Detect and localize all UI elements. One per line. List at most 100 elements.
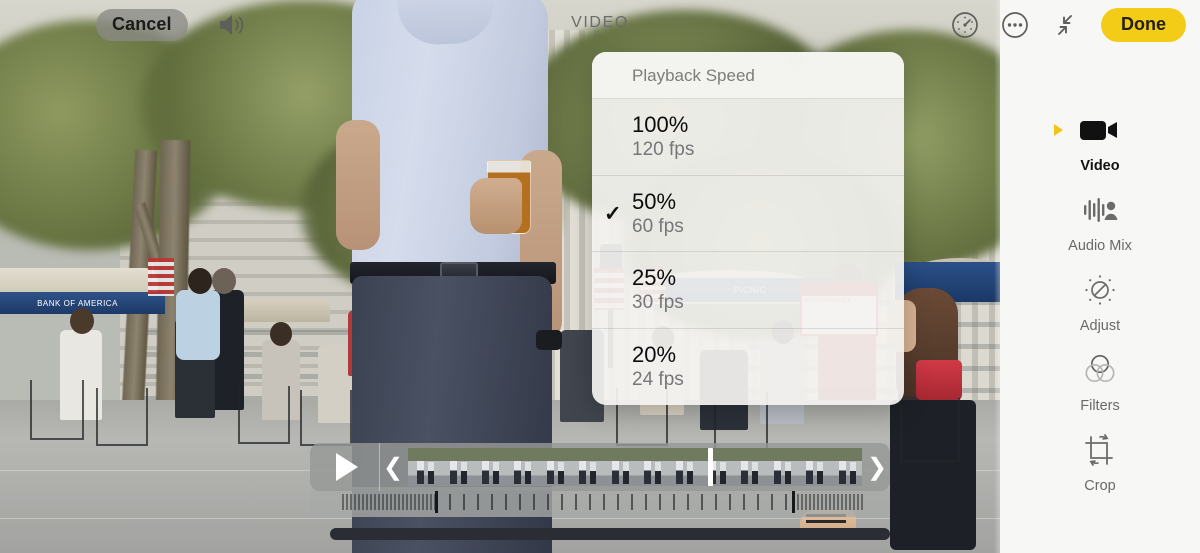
folding-chair (238, 386, 290, 444)
ruler-tick (857, 494, 859, 510)
filmstrip-frame (602, 448, 635, 486)
ruler-tick (505, 494, 507, 510)
edit-tools-sidebar: Video Audio Mix Adjust Filters Crop (1000, 0, 1200, 553)
ruler-tick (418, 494, 420, 510)
ruler-tick (350, 494, 352, 510)
ruler-tick (603, 494, 605, 510)
umbrella-beige (0, 268, 150, 294)
filmstrip-frame (570, 448, 603, 486)
ruler-edge-marker[interactable] (792, 491, 795, 513)
ruler-tick (687, 494, 689, 510)
ruler-tick (410, 494, 412, 510)
filmstrip-frame (408, 448, 441, 486)
ruler-tick (414, 494, 416, 510)
sidebar-item-adjust[interactable]: Adjust (1000, 268, 1200, 334)
ruler-tick (805, 494, 807, 510)
ruler-tick (861, 494, 863, 510)
sidebar-item-crop[interactable]: Crop (1000, 428, 1200, 494)
speed-option-25[interactable]: 25% 30 fps (592, 252, 904, 330)
ruler-tick (771, 494, 773, 510)
filmstrip-frame (472, 448, 506, 486)
filmstrip-frame (764, 448, 798, 486)
folding-chair (300, 390, 352, 446)
ruler-tick (829, 494, 831, 510)
top-toolbar: Cancel VIDEO Done (0, 0, 1200, 50)
ruler-tick (825, 494, 827, 510)
foreground-person-arm-left (336, 120, 380, 250)
audio-mix-icon (1078, 188, 1122, 232)
ruler-tick (346, 494, 348, 510)
trim-handle-right[interactable]: ❯ (864, 453, 890, 482)
ruler-tick (390, 494, 392, 510)
ruler-tick (406, 494, 408, 510)
ruler-tick (463, 494, 465, 510)
ruler-tick (813, 494, 815, 510)
ruler-tick (354, 494, 356, 510)
ruler-tick (617, 494, 619, 510)
sidebar-item-filters[interactable]: Filters (1000, 348, 1200, 414)
playback-speed-header: Playback Speed (592, 52, 904, 99)
ruler-tick (715, 494, 717, 510)
sidebar-item-label: Adjust (1079, 318, 1121, 334)
ruler-tick (561, 494, 563, 510)
person-blue-shirt (176, 290, 220, 360)
speed-fps: 30 fps (632, 292, 684, 314)
ruler-tick (757, 494, 759, 510)
ruler-tick (386, 494, 388, 510)
collapse-arrows-icon[interactable] (1051, 11, 1079, 39)
ruler-tick (809, 494, 811, 510)
bench-rail (330, 528, 890, 540)
speed-option-20[interactable]: 20% 24 fps (592, 329, 904, 405)
playhead[interactable] (707, 448, 713, 486)
ruler-tick (801, 494, 803, 510)
speed-option-50[interactable]: ✓ 50% 60 fps (592, 176, 904, 253)
filmstrip-frame (634, 448, 668, 486)
filmstrip-frame (732, 448, 765, 486)
person-head (70, 308, 94, 334)
ruler-tick (402, 494, 404, 510)
scrubber-ruler[interactable] (310, 487, 890, 517)
ruler-tick (374, 494, 376, 510)
more-options-icon[interactable] (1001, 11, 1029, 39)
ruler-tick (849, 494, 851, 510)
ruler-tick (382, 494, 384, 510)
filmstrip-frame (797, 448, 830, 486)
ruler-tick (817, 494, 819, 510)
ruler-ticks (310, 491, 890, 513)
ruler-tick (837, 494, 839, 510)
folding-chair (900, 398, 960, 462)
play-button[interactable] (310, 443, 380, 491)
ruler-tick (426, 494, 428, 510)
filmstrip-frame (505, 448, 538, 486)
active-indicator-triangle (1054, 124, 1063, 136)
ruler-tick (841, 494, 843, 510)
filmstrip-frame (440, 448, 473, 486)
ruler-tick (673, 494, 675, 510)
top-toolbar-right: Done (951, 0, 1200, 50)
ruler-tick (477, 494, 479, 510)
ruler-tick (785, 494, 787, 510)
person-head (270, 322, 292, 346)
ruler-tick (533, 494, 535, 510)
ruler-tick (422, 494, 424, 510)
done-button[interactable]: Done (1101, 8, 1186, 42)
speedometer-icon[interactable] (951, 11, 979, 39)
adjust-dial-icon (1080, 268, 1120, 312)
video-camera-icon (1054, 108, 1122, 152)
sidebar-item-video[interactable]: Video (1000, 108, 1200, 174)
video-timeline[interactable]: ❮ ❯ (310, 443, 890, 491)
speed-percent: 20% (632, 342, 677, 368)
speed-percent: 25% (632, 265, 677, 291)
playback-speed-menu[interactable]: Playback Speed 100% 120 fps ✓ 50% 60 fps… (592, 52, 904, 405)
ruler-tick (845, 494, 847, 510)
sidebar-item-audio-mix[interactable]: Audio Mix (1000, 188, 1200, 254)
ruler-tick (631, 494, 633, 510)
ruler-edge-marker[interactable] (435, 491, 438, 513)
filmstrip[interactable] (408, 448, 862, 486)
american-flag (148, 258, 174, 296)
filmstrip-frame (537, 448, 571, 486)
trim-handle-left[interactable]: ❮ (380, 453, 406, 482)
speed-option-100[interactable]: 100% 120 fps (592, 99, 904, 176)
person-head (188, 268, 212, 294)
ruler-tick (645, 494, 647, 510)
